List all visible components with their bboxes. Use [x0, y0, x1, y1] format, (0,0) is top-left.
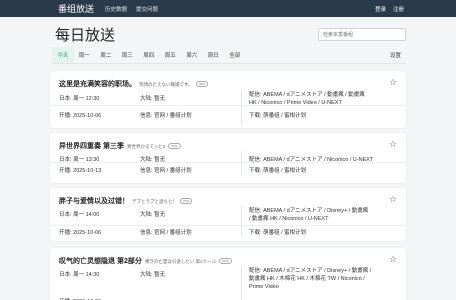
tab-today[interactable]: 今天: [52, 47, 74, 63]
star-icon[interactable]: ☆: [389, 254, 397, 265]
new-badge: new: [168, 143, 181, 150]
info-links[interactable]: 信息: 官网 / 番组计划: [140, 111, 192, 119]
new-badge: new: [180, 198, 193, 205]
card-divider: [50, 105, 406, 106]
star-icon[interactable]: ☆: [389, 194, 397, 205]
anime-original-title: 嘆きの亡霊は引退したい 第2クール: [144, 259, 217, 264]
nav-link-history[interactable]: 历史数据: [105, 5, 127, 13]
anime-title[interactable]: 胖子与爱情以及过错！ デブとラブと過ちと！ new: [59, 196, 193, 206]
anime-card: 异世界四重奏 第三季 異世界かるてっと3 new ☆ 日本: 周一 13:30 大陆…: [50, 133, 406, 183]
column-separator: [241, 266, 242, 300]
anime-original-title: 異世界かるてっと3: [126, 144, 166, 149]
anime-card: 胖子与爱情以及过错！ デブとラブと過ちと！ new ☆ 日本: 周一 14:00 大…: [50, 188, 406, 241]
column-separator: [241, 151, 242, 175]
settings-link[interactable]: 设置: [390, 51, 401, 59]
japan-airtime: 日本: 周一 14:30: [59, 272, 100, 278]
brand-logo[interactable]: 番组放送: [58, 2, 94, 15]
download-links[interactable]: 下载: 萌番组 / 蜜柑计划: [249, 166, 306, 174]
tab-all[interactable]: 全部: [224, 47, 246, 63]
mainland-airtime: 大陆: 暂无: [140, 212, 166, 218]
column-separator: [241, 90, 242, 124]
new-badge: new: [219, 258, 232, 265]
tab-sunday[interactable]: 周日: [203, 47, 225, 63]
tab-monday[interactable]: 周一: [74, 47, 96, 63]
download-links[interactable]: 下载: 萌番组 / 蜜柑计划: [249, 111, 306, 119]
premiere-date: 开播: 2025-10-06: [59, 113, 102, 119]
card-divider: [50, 162, 406, 163]
card-divider: [50, 225, 406, 226]
anime-card: 这里是充满笑容的职场。 笑顔のたえない職場です。 new ☆ 日本: 周一 12:3…: [50, 71, 406, 128]
streaming-platforms: 配信: ABEMA / dアニメストア / Disney+ / 動畫瘋 / 動畫…: [249, 208, 369, 222]
anime-original-title: デブとラブと過ちと！: [132, 199, 177, 204]
anime-title[interactable]: 异世界四重奏 第三季 異世界かるてっと3 new: [59, 141, 181, 151]
tab-thursday[interactable]: 周四: [138, 47, 160, 63]
premiere-date: 开播: 2025-10-06: [59, 230, 102, 236]
login-link[interactable]: 登录: [375, 5, 386, 13]
nav-account: 登录 注册: [375, 5, 404, 13]
column-separator: [241, 206, 242, 237]
weekday-tabs: 今天 周一 周二 周三 周四 周五 周六 周日 全部: [52, 47, 246, 63]
tab-friday[interactable]: 周五: [160, 47, 182, 63]
anime-title[interactable]: 这里是充满笑容的职场。 笑顔のたえない職場です。 new: [59, 79, 208, 89]
japan-airtime: 日本: 周一 12:30: [59, 96, 100, 102]
anime-card: 叹气的亡灵想隐退 第2部分 嘆きの亡霊は引退したい 第2クール new ☆ 日本: …: [50, 248, 406, 300]
register-link[interactable]: 注册: [393, 5, 404, 13]
search-input[interactable]: [318, 28, 406, 41]
tabs-divider: [52, 63, 406, 64]
top-navbar: 番组放送 历史数据 提交问题 登录 注册: [0, 0, 456, 17]
info-links[interactable]: 信息: 官网 / 番组计划: [140, 166, 192, 174]
streaming-platforms: 配信: ABEMA / dアニメストア / Disney+ / 動畫瘋 / 動畫…: [249, 268, 372, 290]
star-icon[interactable]: ☆: [389, 139, 397, 150]
premiere-date: 开播: 2025-10-13: [59, 168, 102, 174]
new-badge: new: [195, 81, 208, 88]
mainland-airtime: 大陆: 暂无: [140, 96, 166, 102]
anime-original-title: 笑顔のたえない職場です。: [139, 82, 193, 87]
star-icon[interactable]: ☆: [389, 77, 397, 88]
page-title: 每日放送: [55, 27, 116, 44]
tab-saturday[interactable]: 周六: [181, 47, 203, 63]
japan-airtime: 日本: 周一 14:00: [59, 212, 100, 218]
download-links[interactable]: 下载: 萌番组 / 蜜柑计划: [249, 228, 306, 236]
info-links[interactable]: 信息: 官网 / 番组计划: [140, 228, 192, 236]
tab-tuesday[interactable]: 周二: [95, 47, 117, 63]
nav-link-feedback[interactable]: 提交问题: [136, 5, 158, 13]
anime-title[interactable]: 叹气的亡灵想隐退 第2部分 嘆きの亡霊は引退したい 第2クール new: [59, 256, 232, 266]
mainland-airtime: 大陆: 暂无: [140, 272, 166, 278]
tab-wednesday[interactable]: 周三: [117, 47, 139, 63]
